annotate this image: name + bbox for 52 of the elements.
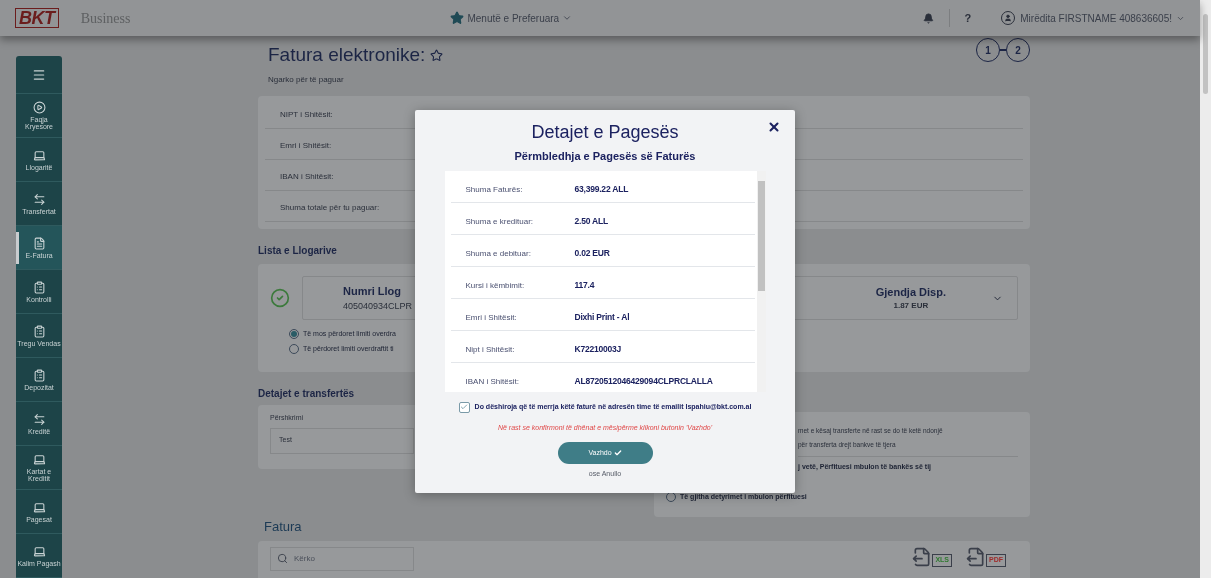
- summary-label: Shuma e debituar:: [464, 247, 532, 260]
- laptop-icon: [32, 453, 46, 466]
- account-label: Numri Llog: [343, 284, 402, 299]
- scrollbar[interactable]: [1200, 0, 1211, 578]
- summary-label: Shuma e kredituar:: [464, 215, 535, 228]
- star-icon[interactable]: [430, 48, 444, 62]
- checkbox[interactable]: [458, 401, 470, 413]
- summary-value: K72210003J: [574, 342, 622, 356]
- help-link[interactable]: ?: [964, 9, 972, 27]
- play-circle-icon: [32, 101, 46, 114]
- account-number: 405040934CLPR: [343, 299, 413, 313]
- summary-value: 117.4: [574, 278, 595, 292]
- logo[interactable]: BKT: [15, 8, 59, 28]
- clipboard-icon: [32, 280, 46, 294]
- menu-icon[interactable]: [32, 67, 46, 82]
- close-button[interactable]: [767, 120, 781, 134]
- summary-label: Kursi i këmbimit:: [464, 279, 526, 292]
- field-label: Shuma totale për tu paguar:: [280, 202, 380, 214]
- user-menu[interactable]: Mirëdita FIRSTNAME 408636605!: [1020, 10, 1185, 26]
- laptop-icon: [32, 148, 46, 162]
- transfer-icon: [32, 412, 46, 426]
- laptop-icon: [32, 500, 46, 514]
- summary-value: AL8720512046429094CLPRCLALLA: [574, 374, 713, 388]
- summary-value: 0.02 EUR: [574, 246, 610, 260]
- transfer-icon: [32, 192, 46, 206]
- summary-label: Shuma Faturës:: [464, 183, 524, 196]
- balance-label: Gjendja Disp.: [875, 284, 946, 300]
- page-subtitle: Ngarko për të paguar: [268, 73, 345, 86]
- star-icon: [450, 11, 465, 25]
- clipboard-icon: [32, 368, 46, 382]
- field-label: Emri i Shitësit:: [280, 140, 332, 152]
- chevron-down-icon: [562, 13, 573, 23]
- section-heading: Lista e Llogarive: [258, 244, 337, 258]
- check-icon: [613, 449, 622, 457]
- search-icon: [277, 553, 288, 564]
- scrollbar[interactable]: [756, 170, 766, 392]
- dialog-title: Detajet e Pagesës: [531, 121, 679, 144]
- section-heading: Detajet e transfertës: [258, 387, 355, 401]
- summary-label: Nipt i Shitësit:: [464, 343, 516, 356]
- favorites-menu[interactable]: Menutë e Preferuara: [450, 10, 573, 26]
- section-heading: Fatura: [264, 518, 302, 536]
- notification-icon[interactable]: [922, 12, 934, 24]
- dialog-subtitle: Përmbledhja e Pagesës së Faturës: [514, 149, 696, 164]
- laptop-icon: [32, 544, 46, 558]
- summary-value: 63,399.22 ALL: [574, 182, 629, 196]
- clipboard-icon: [32, 324, 46, 338]
- balance-value: 1.87 EUR: [893, 300, 929, 313]
- summary-label: IBAN i Shitësit:: [464, 375, 520, 388]
- summary-value: 2.50 ALL: [574, 214, 608, 228]
- search-placeholder: Kërko: [294, 552, 315, 565]
- page-title: Fatura elektronike:: [268, 43, 426, 67]
- document-icon: [32, 236, 46, 250]
